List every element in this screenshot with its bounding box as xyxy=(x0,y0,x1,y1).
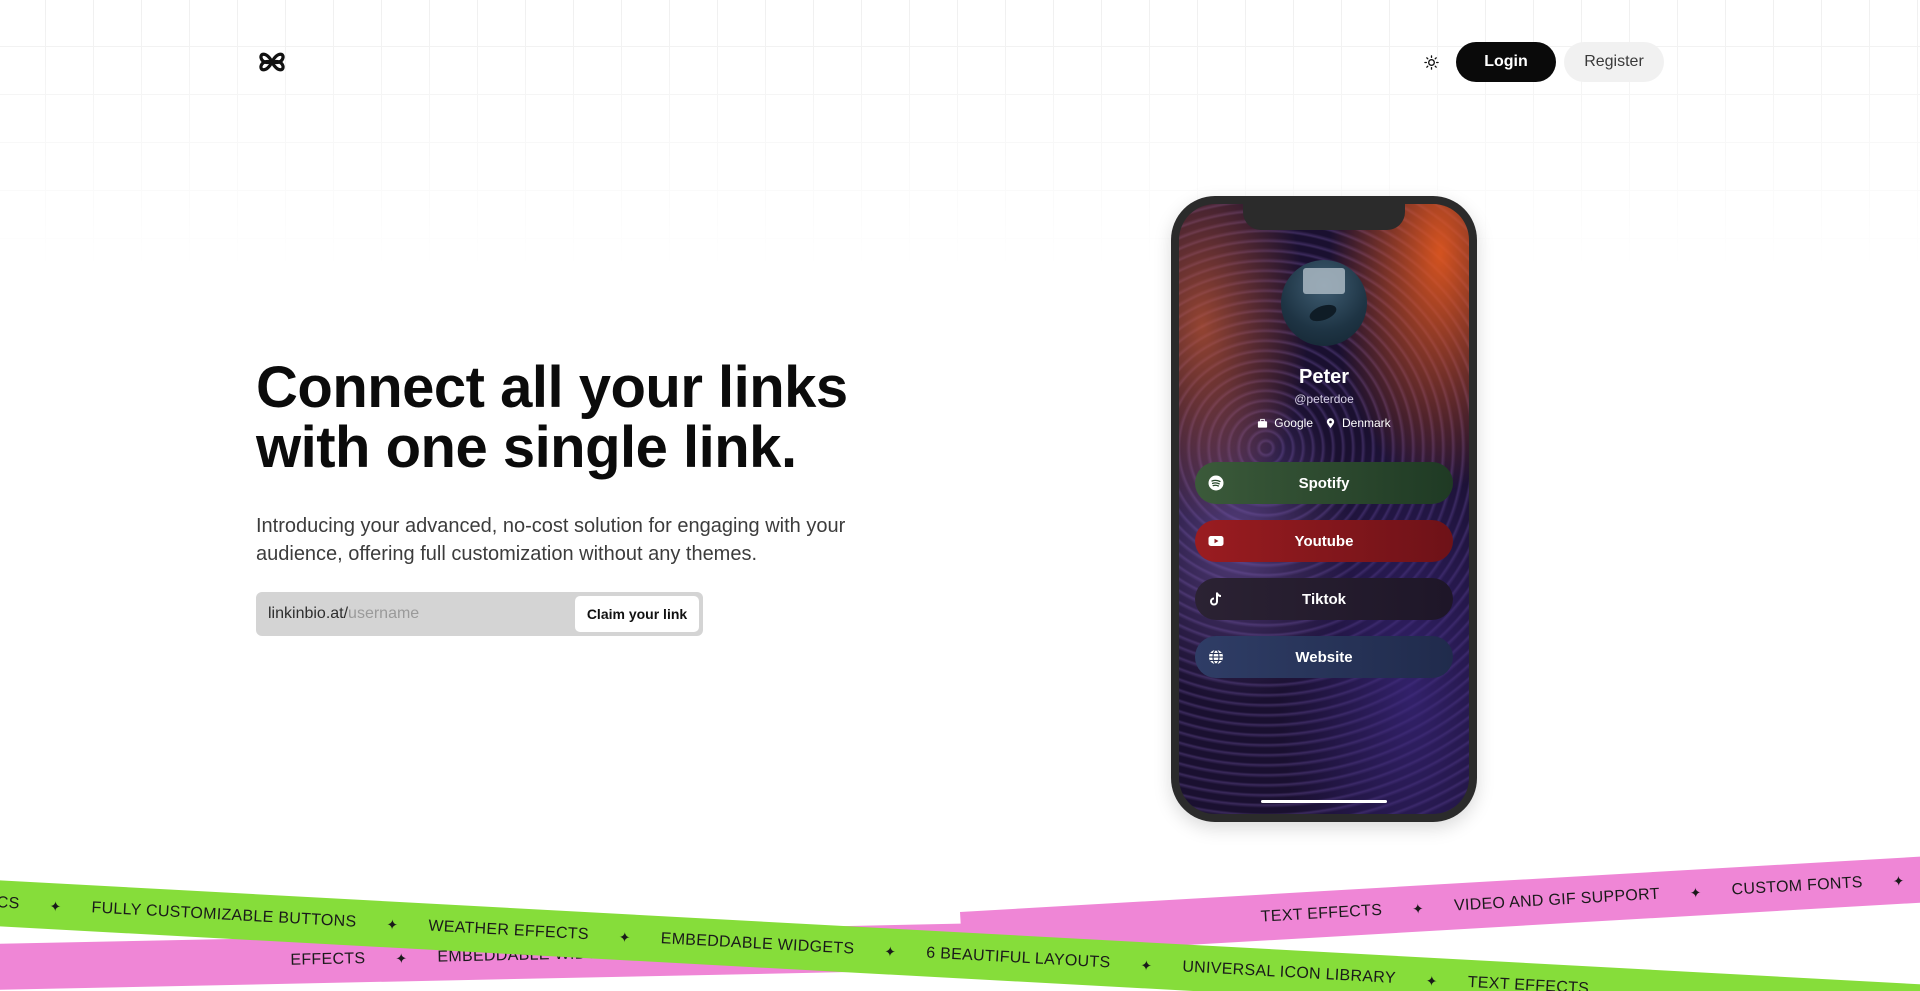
link-label: Tiktok xyxy=(1302,590,1346,608)
globe-icon xyxy=(1207,648,1225,666)
profile-company: Google xyxy=(1274,416,1313,430)
phone-mockup: Peter @peterdoe Google Denmark Spotify Y… xyxy=(1171,196,1477,822)
avatar xyxy=(1281,260,1367,346)
spotify-icon xyxy=(1207,474,1225,492)
grid-background xyxy=(0,0,1920,270)
hero-subtitle-line2: audience, offering full customization wi… xyxy=(256,543,758,565)
ribbon-item: CUSTOM FONTS xyxy=(1731,873,1864,899)
ribbon-item: FULLY CUSTOMIZABLE BUTTONS xyxy=(91,899,357,931)
youtube-icon xyxy=(1207,532,1225,550)
star-icon: ✦ xyxy=(385,915,399,933)
phone-screen: Peter @peterdoe Google Denmark Spotify Y… xyxy=(1179,204,1469,814)
star-icon: ✦ xyxy=(1689,883,1703,901)
star-icon: ✦ xyxy=(1425,972,1439,989)
claim-url-prefix: linkinbio.at/ xyxy=(268,605,349,622)
profile-name: Peter xyxy=(1298,366,1350,388)
link-button-youtube[interactable]: Youtube xyxy=(1195,520,1453,562)
login-button[interactable]: Login xyxy=(1456,42,1556,82)
ribbon-item: VIDEO AND GIF SUPPORT xyxy=(1453,885,1661,915)
star-icon: ✦ xyxy=(1411,899,1425,917)
clover-link-logo-icon[interactable] xyxy=(256,46,288,78)
sun-icon[interactable] xyxy=(1420,51,1442,73)
profile-meta: Google Denmark xyxy=(1179,416,1469,430)
star-icon: ✦ xyxy=(1139,956,1153,974)
tiktok-icon xyxy=(1207,590,1225,608)
star-icon: ✦ xyxy=(395,949,408,967)
hero-subtitle: Introducing your advanced, no-cost solut… xyxy=(256,512,916,568)
register-button[interactable]: Register xyxy=(1564,42,1664,82)
star-icon: ✦ xyxy=(618,928,632,946)
phone-notch xyxy=(1243,204,1405,230)
location-pin-icon xyxy=(1326,417,1335,428)
home-indicator xyxy=(1261,800,1387,803)
star-icon: ✦ xyxy=(49,897,62,915)
hero-title-line2: with one single link. xyxy=(256,415,797,480)
ribbon-item: TEXT EFFECTS xyxy=(1467,973,1590,991)
ribbon-item: CS xyxy=(0,894,21,913)
hero-subtitle-line1: Introducing your advanced, no-cost solut… xyxy=(256,515,846,537)
ribbon-item: EMBEDDABLE WIDGETS xyxy=(660,930,855,958)
ribbon-item: EFFECTS xyxy=(290,950,366,969)
link-button-spotify[interactable]: Spotify xyxy=(1195,462,1453,504)
claim-link-form: linkinbio.at/ Claim your link xyxy=(256,592,703,636)
star-icon: ✦ xyxy=(1892,872,1906,889)
claim-link-button[interactable]: Claim your link xyxy=(575,596,699,632)
hero-title: Connect all your links with one single l… xyxy=(256,358,956,478)
ribbon-item: UNIVERSAL ICON LIBRARY xyxy=(1181,958,1397,987)
link-label: Spotify xyxy=(1298,474,1350,492)
hero-title-line1: Connect all your links xyxy=(256,355,848,420)
link-button-website[interactable]: Website xyxy=(1195,636,1453,678)
link-button-tiktok[interactable]: Tiktok xyxy=(1195,578,1453,620)
link-label: Youtube xyxy=(1294,532,1354,550)
profile-handle: @peterdoe xyxy=(1294,392,1354,406)
briefcase-icon xyxy=(1258,418,1268,428)
ribbon-item: 6 BEAUTIFUL LAYOUTS xyxy=(925,944,1111,972)
star-icon: ✦ xyxy=(883,942,897,960)
ribbon-item: WEATHER EFFECTS xyxy=(427,917,590,944)
link-label: Website xyxy=(1295,648,1353,666)
username-input[interactable] xyxy=(348,605,549,623)
profile-location: Denmark xyxy=(1342,416,1391,430)
